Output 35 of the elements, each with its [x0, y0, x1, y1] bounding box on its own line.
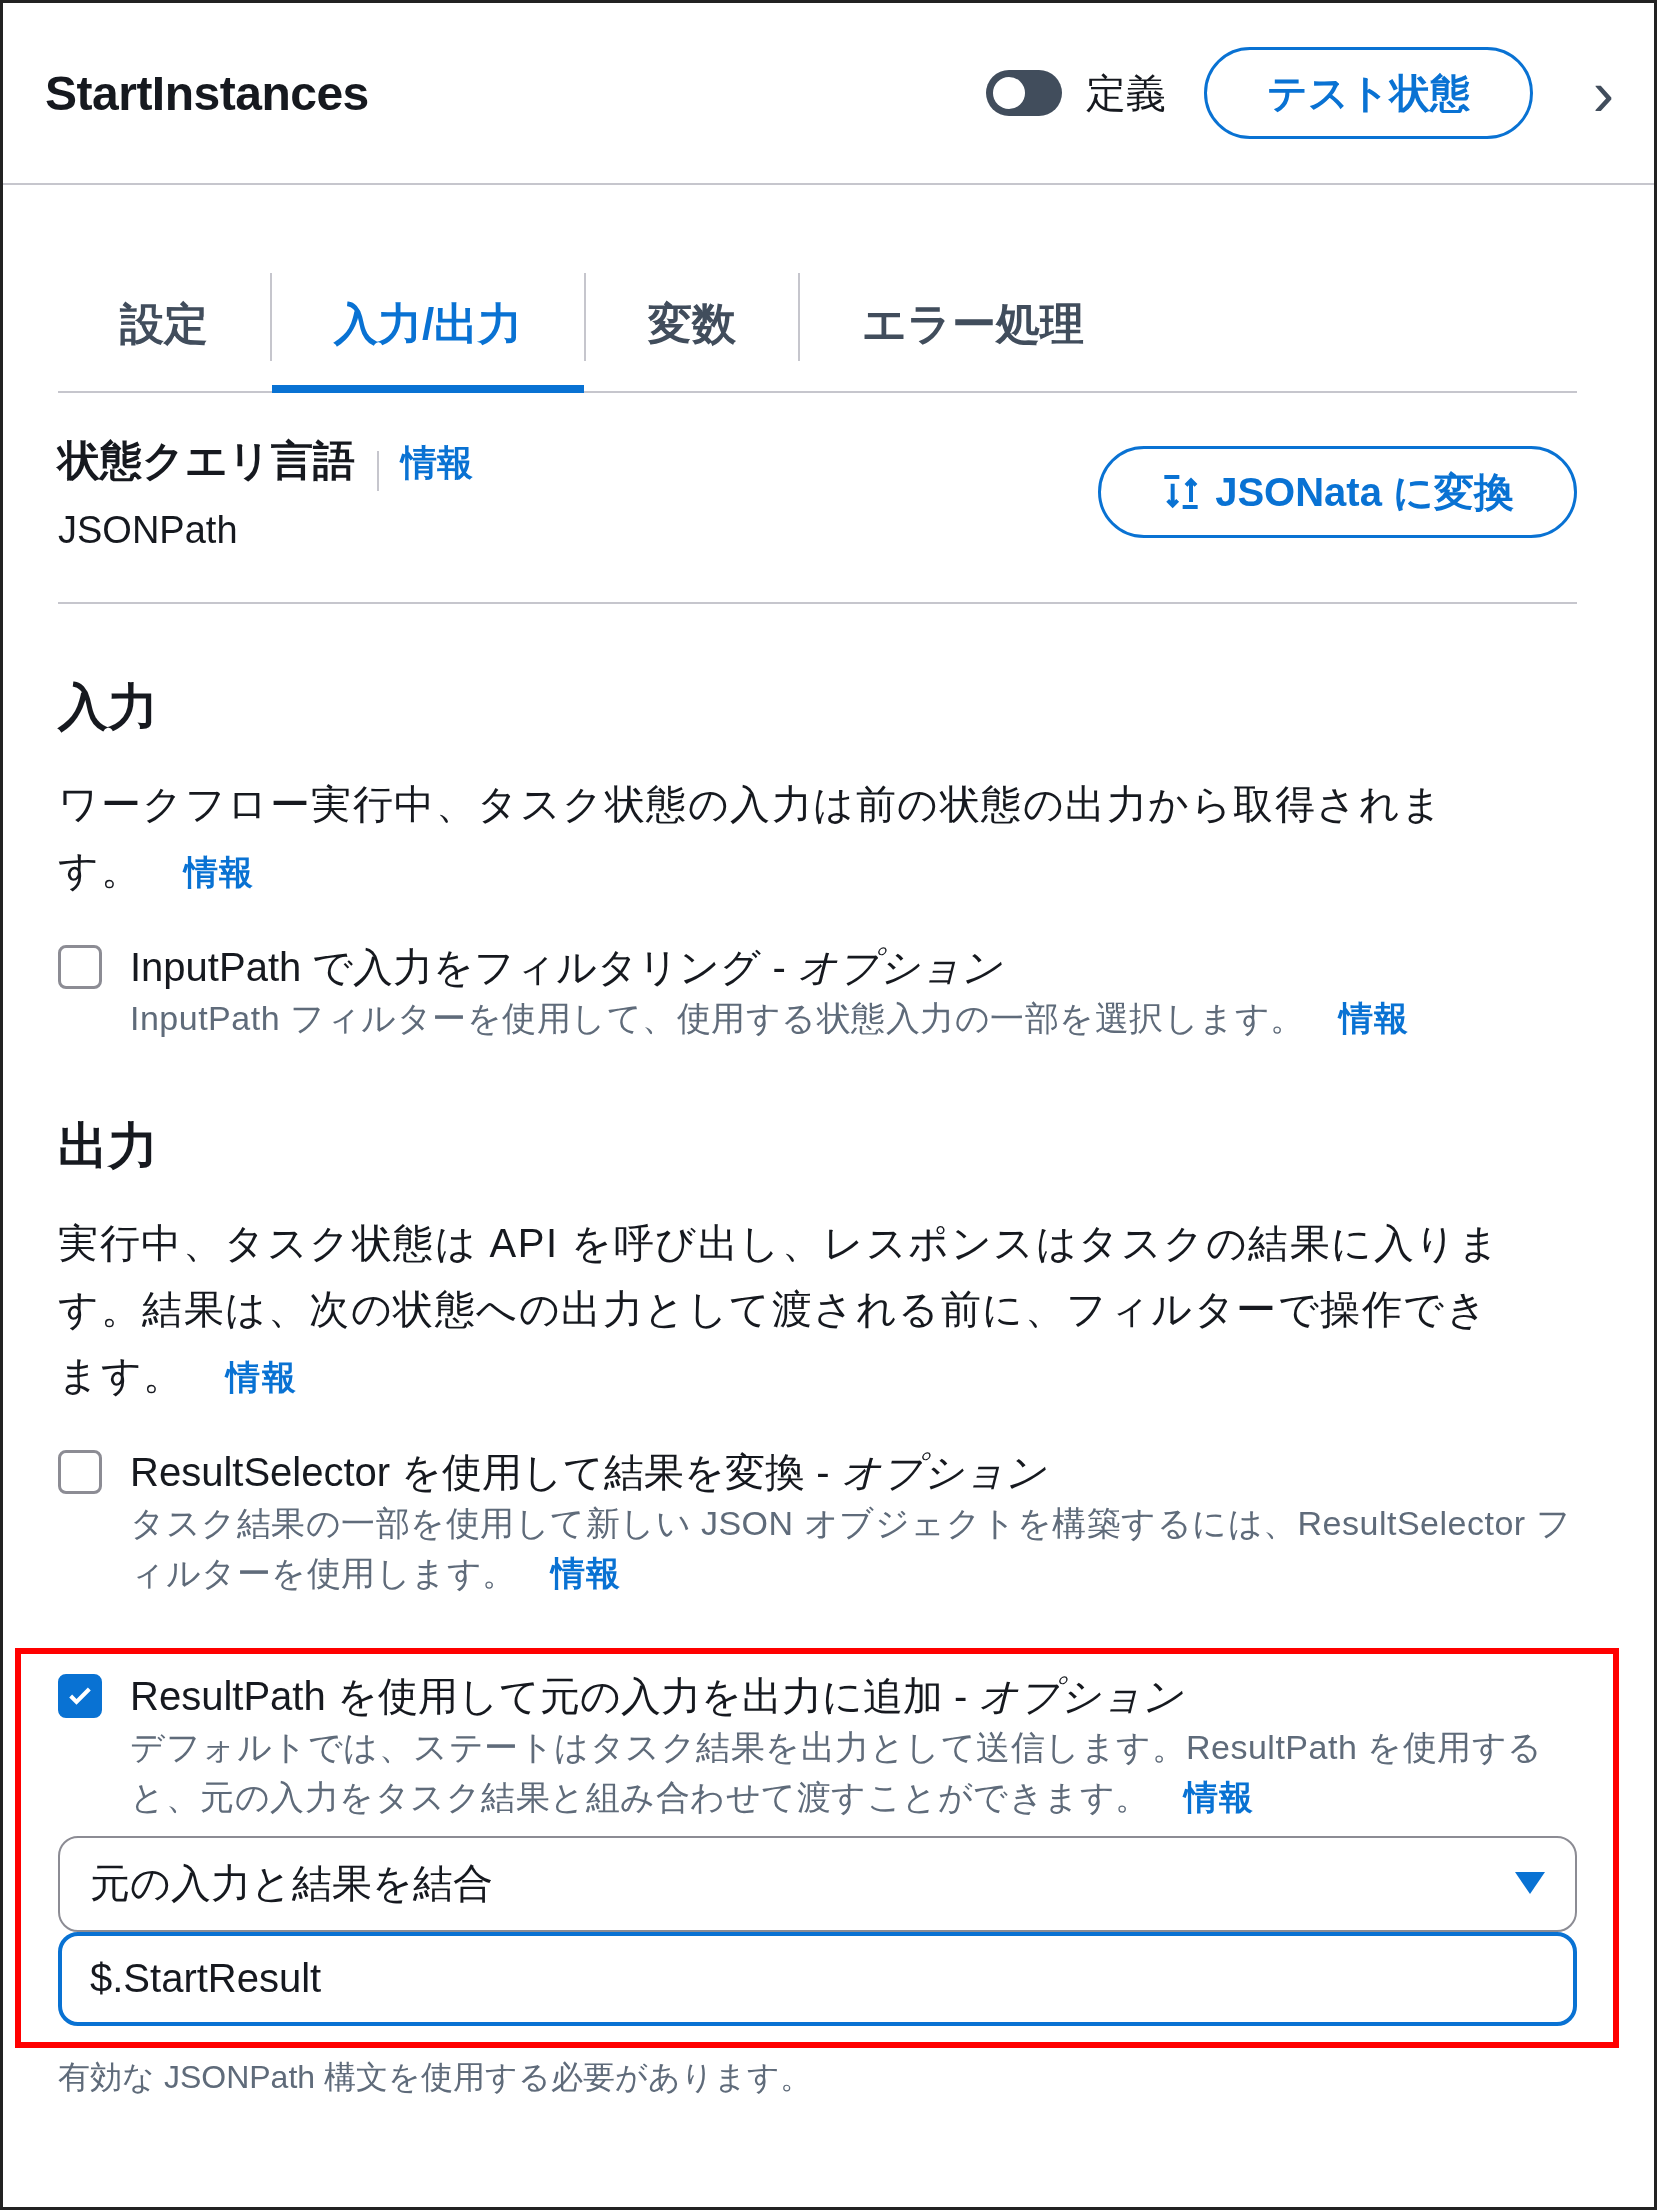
tab[interactable]: 設定 [58, 263, 270, 393]
panel-title: StartInstances [45, 65, 370, 121]
checkbox[interactable] [58, 944, 102, 989]
option-description: デフォルトでは、ステートはタスク結果を出力として送信します。ResultPath を使用すると、元の入力をタスク結果と組み合わせて渡すことができます。 情報 [130, 1726, 1544, 1818]
toggle-label: 定義 [1085, 69, 1166, 117]
section-description: 実行中、タスク状態は API を呼び出し、レスポンスはタスクの結果に入ります。結果は、次の状態への出力として渡される前に、フィルターで操作できます。 情報 [58, 1219, 1502, 1399]
info-link[interactable]: 情報 [226, 1357, 297, 1396]
checkbox[interactable] [58, 1449, 102, 1494]
section-heading: 出力 [58, 1116, 159, 1176]
field-value: JSONPath [58, 508, 239, 552]
option-label: InputPath で入力をフィルタリング - オプション [130, 943, 1003, 991]
tab[interactable]: 変数 [586, 263, 799, 393]
section-description: ワークフロー実行中、タスク状態の入力は前の状態の出力から取得されます。 情報 [58, 780, 1445, 894]
toggle-switch[interactable] [985, 70, 1062, 116]
checkbox[interactable] [58, 1673, 102, 1718]
option-description: タスク結果の一部を使用して新しい JSON オブジェクトを構築するには、ResultSelector フィルターを使用します。 情報 [130, 1502, 1573, 1594]
field-label: 状態クエリ言語 [58, 437, 355, 484]
tab[interactable]: エラー処理 [800, 263, 1147, 393]
convert-button[interactable]: JSONata に変換 [1098, 446, 1577, 539]
input-field[interactable]: $.StartResult [58, 1931, 1577, 2026]
info-link[interactable]: 情報 [183, 852, 255, 891]
info-link[interactable]: 情報 [1339, 998, 1408, 1037]
dropdown[interactable]: 元の入力と結果を結合 [58, 1835, 1577, 1932]
caret-icon [1515, 1871, 1545, 1896]
option-label: ResultSelector を使用して結果を変換 - オプション [130, 1448, 1047, 1496]
info-link[interactable]: 情報 [401, 442, 473, 483]
info-link[interactable]: 情報 [551, 1553, 620, 1592]
option-description: InputPath フィルターを使用して、使用する状態入力の一部を選択します。 情報 [130, 997, 1408, 1039]
hint-text: 有効な JSONPath 構文を使用する必要があります。 [58, 2057, 813, 2097]
chevron-icon[interactable]: › [1592, 61, 1614, 125]
test-state-button[interactable]: テスト状態 [1203, 47, 1533, 139]
info-link[interactable]: 情報 [1184, 1777, 1253, 1816]
tab[interactable]: 入力/出力 [272, 263, 585, 393]
option-label: ResultPath を使用して元の入力を出力に追加 - オプション [130, 1672, 1185, 1720]
section-heading: 入力 [58, 677, 159, 737]
